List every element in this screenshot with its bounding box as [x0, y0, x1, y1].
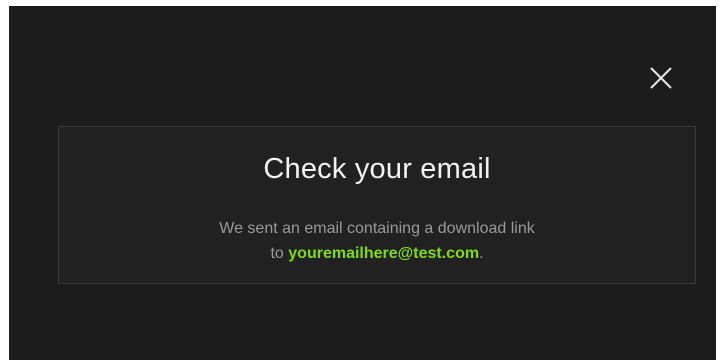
- message-line-1: We sent an email containing a download l…: [219, 220, 535, 237]
- check-email-dialog: Check your email We sent an email contai…: [58, 126, 696, 284]
- close-icon: [650, 67, 672, 89]
- email-address: youremailhere@test.com: [288, 245, 480, 262]
- close-button[interactable]: [649, 66, 673, 90]
- message-suffix: .: [479, 245, 484, 262]
- dialog-message: We sent an email containing a download l…: [59, 216, 695, 266]
- modal-overlay: Check your email We sent an email contai…: [9, 6, 716, 360]
- dialog-title: Check your email: [263, 153, 491, 185]
- message-prefix: to: [270, 245, 289, 262]
